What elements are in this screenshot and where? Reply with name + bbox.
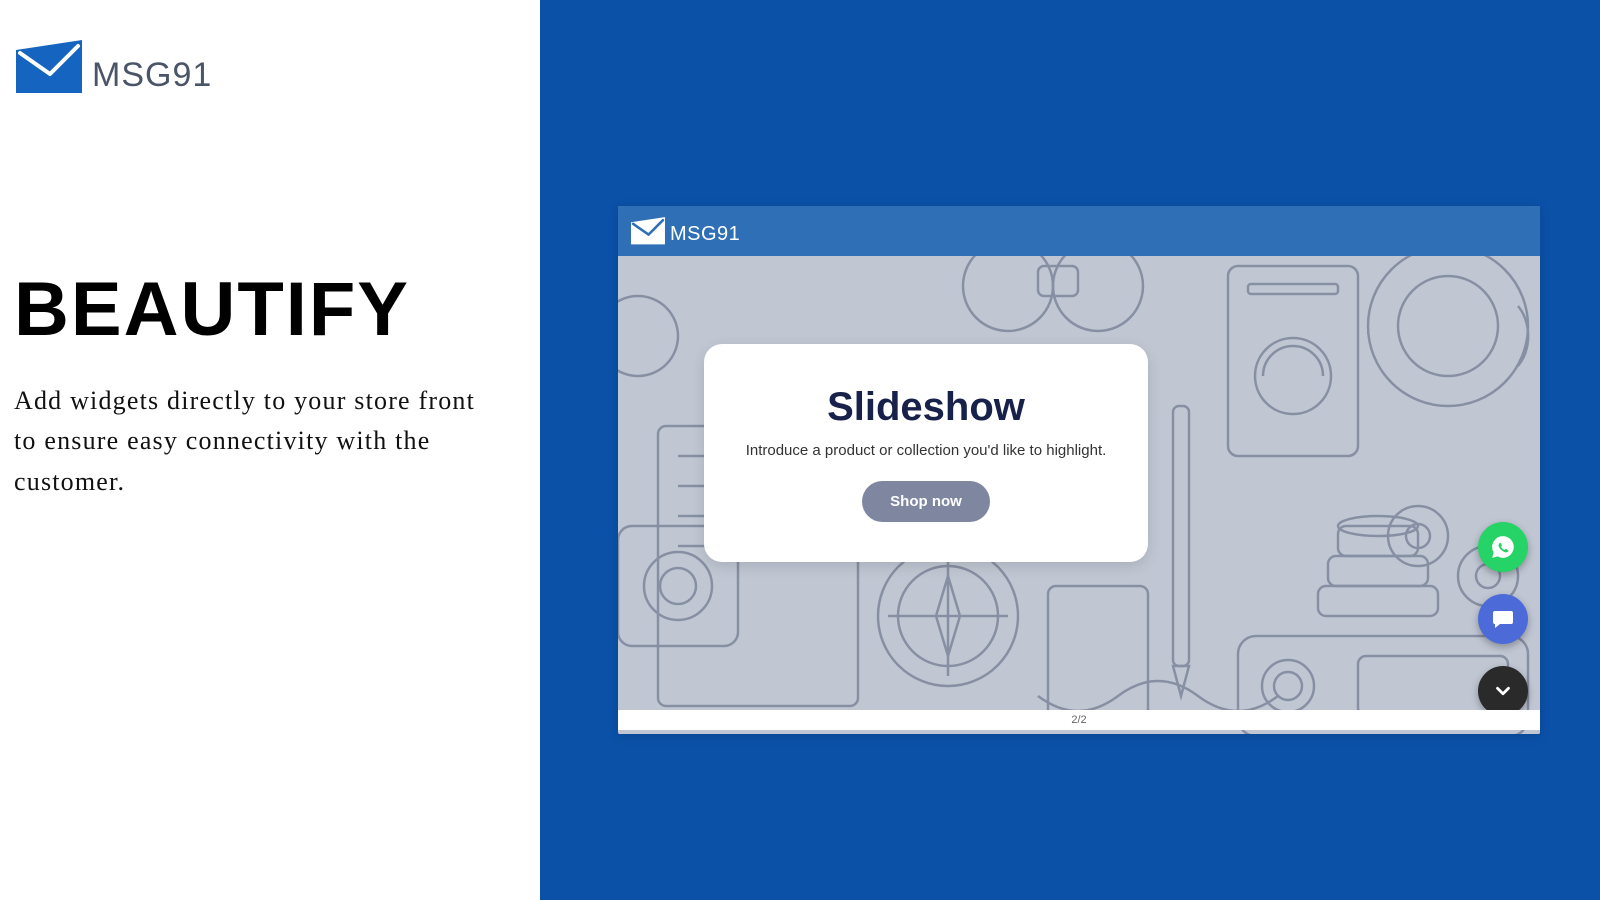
preview-brand-name: MSG91 (670, 223, 740, 246)
preview-topbar: MSG91 (618, 206, 1540, 256)
floating-buttons (1478, 522, 1528, 716)
chat-icon (1491, 607, 1515, 631)
right-panel: MSG91 (540, 0, 1600, 900)
preview-body: Slideshow Introduce a product or collect… (618, 256, 1540, 734)
slide-pager: 2/2 (618, 710, 1540, 730)
slideshow-title: Slideshow (827, 385, 1025, 430)
slideshow-card: Slideshow Introduce a product or collect… (704, 344, 1148, 562)
envelope-icon (630, 216, 666, 246)
page-subtext: Add widgets directly to your store front… (14, 381, 504, 502)
whatsapp-button[interactable] (1478, 522, 1528, 572)
storefront-preview: MSG91 (618, 206, 1540, 734)
page-headline: BEAUTIFY (14, 266, 526, 353)
slideshow-description: Introduce a product or collection you'd … (746, 442, 1107, 459)
whatsapp-icon (1490, 534, 1516, 560)
preview-brand-logo: MSG91 (630, 216, 740, 246)
shop-now-button[interactable]: Shop now (862, 481, 990, 522)
pager-text: 2/2 (1071, 714, 1086, 726)
left-panel: MSG91 BEAUTIFY Add widgets directly to y… (0, 0, 540, 900)
brand-name: MSG91 (92, 58, 212, 96)
envelope-icon (14, 38, 84, 96)
collapse-button[interactable] (1478, 666, 1528, 716)
chat-button[interactable] (1478, 594, 1528, 644)
chevron-down-icon (1492, 680, 1514, 702)
brand-logo: MSG91 (14, 38, 526, 96)
